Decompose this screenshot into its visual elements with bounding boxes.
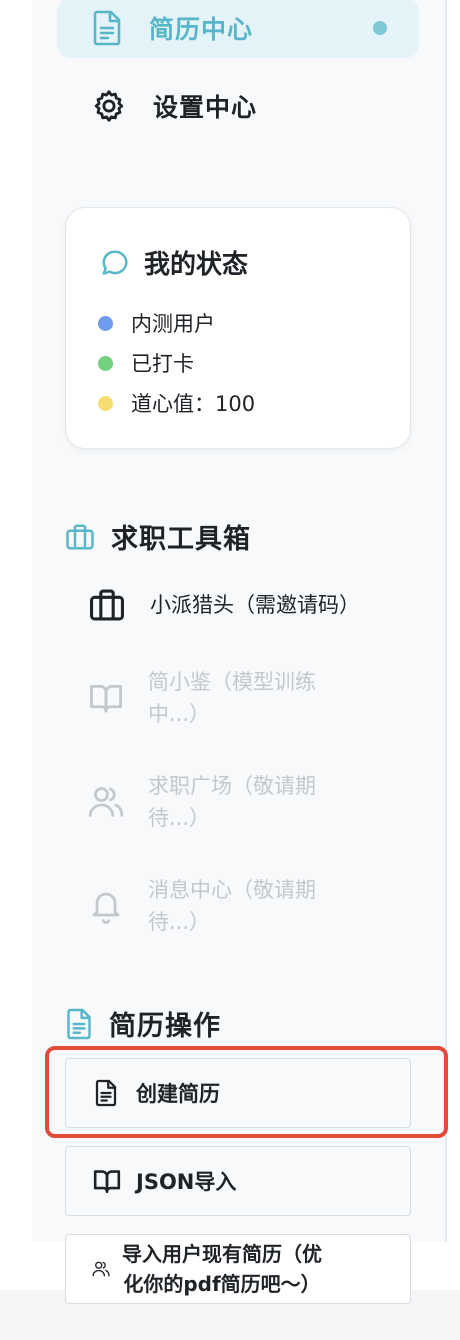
nav-item-label: 简历中心 [149,15,254,44]
active-indicator-dot [373,21,387,35]
status-dot [98,395,113,411]
status-dot [98,355,113,371]
tool-item-label: 简小鉴（模型训练 中...） [148,670,316,726]
tool-item-resume-review: 简小鉴（模型训练 中...） [88,666,316,730]
tool-item-message-center: 消息中心（敬请期 待...） [88,874,316,938]
book-open-icon [92,1168,122,1194]
chat-bubble-icon [100,248,130,278]
tool-item-job-square: 求职广场（敬请期 待...） [88,770,316,834]
users-icon [88,785,124,819]
tool-item-label: 消息中心（敬请期 待...） [148,878,316,934]
gear-icon [91,88,127,124]
document-icon [91,10,123,46]
nav-item-resume-center[interactable]: 简历中心 [57,0,419,58]
status-card: 我的状态 内测用户 已打卡 道心值：100 [65,207,411,449]
status-row-dao-value: 道心值：100 [98,388,255,418]
briefcase-icon [65,523,95,551]
briefcase-icon [88,588,126,622]
button-label: 导入用户现有简历（优 化你的pdf简历吧～） [122,1242,322,1296]
tool-item-headhunter[interactable]: 小派猎头（需邀请码） [88,588,360,622]
status-title: 我的状态 [100,244,248,281]
nav-item-label: 设置中心 [153,93,258,122]
tool-item-label: 求职广场（敬请期 待...） [148,774,316,830]
status-dot [98,315,113,331]
json-import-button[interactable]: JSON导入 [65,1146,411,1216]
nav-item-settings[interactable]: 设置中心 [57,76,419,136]
book-open-icon [88,682,124,714]
users-icon [92,1260,110,1278]
bell-icon [88,888,124,924]
section-title-resume-actions: 简历操作 [65,1004,221,1043]
highlight-box [45,1046,448,1138]
import-existing-resume-button[interactable]: 导入用户现有简历（优 化你的pdf简历吧～） [65,1234,411,1304]
status-row-checked-in: 已打卡 [98,348,194,378]
section-title-toolbox: 求职工具箱 [65,517,251,556]
status-row-beta-user: 内测用户 [98,308,215,338]
document-icon [65,1008,93,1040]
